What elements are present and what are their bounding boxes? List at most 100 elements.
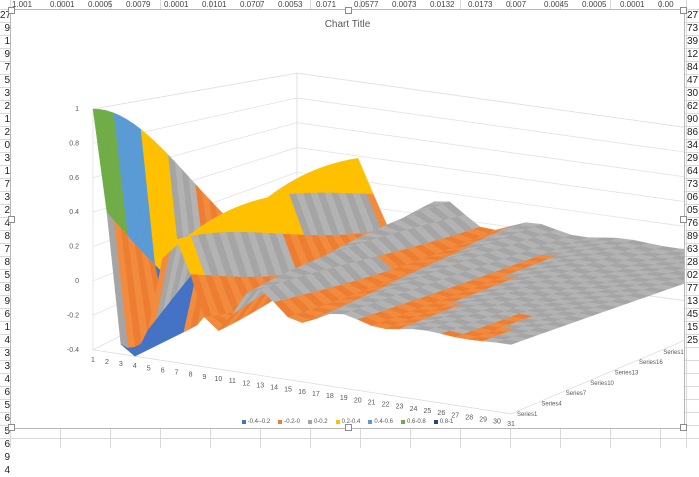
cell-value[interactable]: 4	[0, 373, 10, 386]
cell-value[interactable]: 8	[0, 256, 10, 269]
legend-item[interactable]: 0-0.2	[307, 419, 328, 425]
cell-value[interactable]: 0.0001	[620, 0, 656, 9]
cell-value[interactable]: 6	[0, 386, 10, 399]
cell-value[interactable]: 63	[687, 243, 699, 256]
cell-value[interactable]: 6	[0, 438, 10, 451]
cell-value[interactable]: 7	[0, 243, 10, 256]
cell-value[interactable]: 62	[687, 100, 699, 113]
cell-value[interactable]: 6	[0, 308, 10, 321]
cell-value[interactable]: 5	[0, 399, 10, 412]
cell-value[interactable]: 25	[687, 334, 699, 347]
cell-value[interactable]: 0.00	[658, 0, 694, 9]
cell-value[interactable]: 3	[0, 87, 10, 100]
cell-value[interactable]: 3	[0, 191, 10, 204]
cell-value[interactable]: 3	[0, 347, 10, 360]
legend-label: 0-0.2	[313, 419, 328, 425]
surface-chart[interactable]: Chart Title -0.4 -0.2 0 0.2 0.4 0.6 0.8 1 1 2 3 4 5 6…	[8, 7, 687, 431]
cell-value[interactable]: 0.0001	[164, 0, 200, 9]
legend-item[interactable]: -0.2-0	[278, 419, 300, 425]
cell-value[interactable]: 30	[687, 87, 699, 100]
cell-value[interactable]: 1	[0, 35, 10, 48]
resize-handle-bottom-right[interactable]	[680, 424, 687, 431]
cell-value[interactable]: 0.0053	[278, 0, 314, 9]
cell-value[interactable]: 1	[0, 113, 10, 126]
cell-value[interactable]: 90	[687, 113, 699, 126]
cell-value[interactable]: 0.0005	[88, 0, 124, 9]
resize-handle-left[interactable]	[8, 216, 15, 223]
cell-value[interactable]: 0.0079	[126, 0, 162, 9]
resize-handle-top-right[interactable]	[680, 7, 687, 14]
x-tick-label: 19	[340, 395, 348, 402]
cell-value[interactable]: 0.0001	[50, 0, 86, 9]
series-tick-label: Series13	[615, 370, 639, 376]
resize-handle-top[interactable]	[345, 7, 352, 14]
legend-label: 0.4-0.6	[374, 419, 394, 425]
cell-value[interactable]: 1	[0, 321, 10, 334]
cell-value[interactable]: 1	[0, 165, 10, 178]
cell-value[interactable]: 9	[0, 22, 10, 35]
cell-value[interactable]: 39	[687, 35, 699, 48]
cell-value[interactable]: 9	[0, 451, 10, 464]
cell-value[interactable]: 73	[687, 22, 699, 35]
legend-item[interactable]: 0.6-0.8	[401, 419, 426, 425]
cell-value[interactable]: 2	[0, 100, 10, 113]
cell-value[interactable]: 29	[687, 152, 699, 165]
x-tick-label: 16	[298, 389, 306, 396]
legend-swatch	[335, 420, 340, 424]
resize-handle-bottom-left[interactable]	[8, 424, 15, 431]
cell-value[interactable]: 0.0005	[582, 0, 618, 9]
cell-value[interactable]: 2	[0, 126, 10, 139]
cell-value[interactable]: 86	[687, 126, 699, 139]
cell-value[interactable]: 13	[687, 295, 699, 308]
z-tick-label: -0.2	[67, 312, 79, 319]
cell-value[interactable]: 9	[0, 295, 10, 308]
cell-value[interactable]: 5	[0, 74, 10, 87]
cell-value[interactable]: 77	[687, 282, 699, 295]
legend-item[interactable]: -0.4--0.2	[241, 419, 271, 425]
cell-value[interactable]: 0.0101	[202, 0, 238, 9]
cell-value[interactable]: 06	[687, 191, 699, 204]
cell-value[interactable]: 7	[0, 61, 10, 74]
legend-swatch	[241, 420, 246, 424]
cell-value[interactable]: 3	[0, 152, 10, 165]
resize-handle-top-left[interactable]	[8, 7, 15, 14]
cell-value[interactable]: 64	[687, 165, 699, 178]
z-tick-label: 0.4	[69, 209, 79, 216]
legend-item[interactable]: 0.8-1	[433, 419, 453, 425]
cell-value[interactable]: 0.0073	[392, 0, 428, 9]
cell-value[interactable]: 76	[687, 217, 699, 230]
cell-value[interactable]: 34	[687, 139, 699, 152]
cell-value[interactable]: 0.0707	[240, 0, 276, 9]
resize-handle-right[interactable]	[680, 216, 687, 223]
cell-value[interactable]: 9	[0, 48, 10, 61]
cell-value[interactable]: 8	[0, 282, 10, 295]
cell-value[interactable]: 0.007	[506, 0, 542, 9]
cell-value[interactable]: 47	[687, 74, 699, 87]
cell-value[interactable]: 73	[687, 178, 699, 191]
cell-value[interactable]: 0.0132	[430, 0, 466, 9]
cell-value[interactable]: 0.0173	[468, 0, 504, 9]
cell-value[interactable]: 28	[687, 256, 699, 269]
cell-value[interactable]: 0.0577	[354, 0, 390, 9]
resize-handle-bottom[interactable]	[345, 424, 352, 431]
cell-value[interactable]: 7	[0, 178, 10, 191]
cell-value[interactable]: 8	[0, 230, 10, 243]
cell-value[interactable]: 05	[687, 204, 699, 217]
cell-value[interactable]: 89	[687, 230, 699, 243]
cell-value[interactable]: 84	[687, 61, 699, 74]
cell-value[interactable]: 3	[0, 360, 10, 373]
cell-value[interactable]: 1.001	[12, 0, 48, 9]
cell-value[interactable]: 4	[0, 334, 10, 347]
legend-item[interactable]: 0.4-0.6	[368, 419, 393, 425]
cell-value[interactable]: 45	[687, 308, 699, 321]
cell-value[interactable]: 12	[687, 48, 699, 61]
cell-value[interactable]: 5	[0, 269, 10, 282]
cell-value[interactable]: 0.0045	[544, 0, 580, 9]
cell-value[interactable]: 0	[0, 139, 10, 152]
cell-value[interactable]: 27	[687, 9, 699, 22]
cell-value[interactable]: 02	[687, 269, 699, 282]
cell-value[interactable]: 4	[0, 464, 10, 477]
series-tick-label: Series7	[566, 391, 587, 397]
legend-label: -0.4--0.2	[247, 419, 271, 425]
cell-value[interactable]: 15	[687, 321, 699, 334]
